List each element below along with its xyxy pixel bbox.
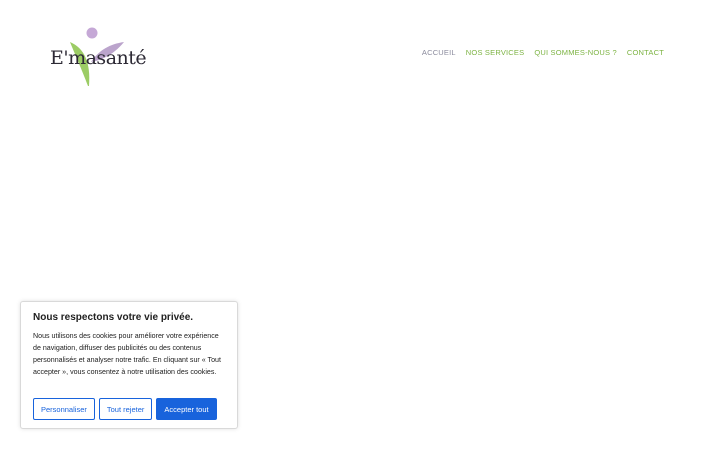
nav-item-accueil[interactable]: ACCUEIL [422,48,456,57]
customize-button[interactable]: Personnaliser [33,398,95,420]
cookie-banner-actions: Personnaliser Tout rejeter Accepter tout [33,398,217,420]
accept-all-button[interactable]: Accepter tout [156,398,217,420]
site-logo[interactable]: E'masanté [44,22,147,92]
main-navigation: ACCUEIL NOS SERVICES QUI SOMMES-NOUS ? C… [422,48,664,57]
cookie-consent-banner: Nous respectons votre vie privée. Nous u… [20,301,238,429]
reject-all-button[interactable]: Tout rejeter [98,398,153,420]
nav-item-nos-services[interactable]: NOS SERVICES [466,48,525,57]
cookie-banner-title: Nous respectons votre vie privée. [33,312,194,323]
cookie-banner-description: Nous utilisons des cookies pour améliore… [33,332,221,376]
nav-item-qui-sommes-nous[interactable]: QUI SOMMES-NOUS ? [534,48,617,57]
nav-item-contact[interactable]: CONTACT [627,48,664,57]
site-header: E'masanté ACCUEIL NOS SERVICES QUI SOMME… [0,0,720,110]
logo-wordmark: E'masanté [50,47,147,69]
